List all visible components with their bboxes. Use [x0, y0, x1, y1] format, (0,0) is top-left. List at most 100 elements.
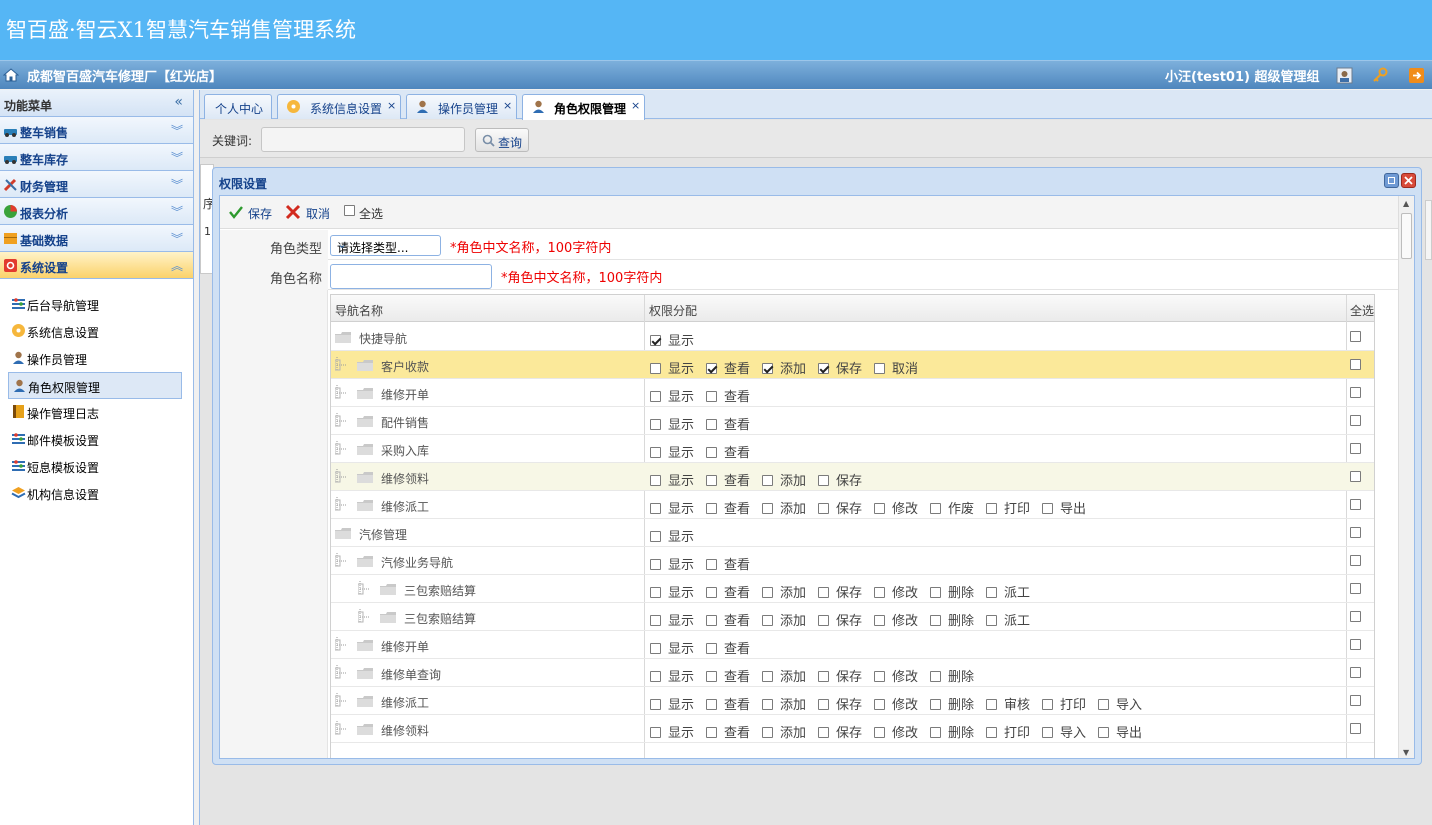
folder-icon[interactable]: [357, 416, 373, 427]
permission-option[interactable]: 保存: [818, 666, 874, 685]
permission-checkbox[interactable]: [1042, 699, 1053, 710]
permission-checkbox[interactable]: [650, 475, 661, 486]
permission-checkbox[interactable]: [986, 727, 997, 738]
permission-checkbox[interactable]: [706, 643, 717, 654]
row-select-all-checkbox[interactable]: [1350, 415, 1361, 426]
sidebar-section-vehicle-sales[interactable]: 整车销售 ︾: [0, 117, 193, 144]
permission-checkbox[interactable]: [706, 419, 717, 430]
permission-option[interactable]: 查看: [706, 638, 762, 657]
permission-option[interactable]: 取消: [874, 358, 930, 377]
permission-option[interactable]: 作废: [930, 498, 986, 517]
folder-icon[interactable]: [357, 388, 373, 399]
permission-option[interactable]: 添加: [762, 498, 818, 517]
permission-checkbox[interactable]: [818, 671, 829, 682]
permission-checkbox[interactable]: [706, 363, 717, 374]
table-row[interactable]: 客户收款 显示 查看 添加 保存 取消: [331, 351, 1374, 379]
permission-checkbox[interactable]: [818, 699, 829, 710]
permission-option[interactable]: 删除: [930, 610, 986, 629]
permission-checkbox[interactable]: [874, 503, 885, 514]
table-row[interactable]: 配件销售 显示 查看: [331, 407, 1374, 435]
permission-option[interactable]: 打印: [986, 498, 1042, 517]
permission-checkbox[interactable]: [650, 671, 661, 682]
permission-checkbox[interactable]: [818, 615, 829, 626]
scroll-down-arrow[interactable]: ▼: [1403, 748, 1409, 757]
permission-option[interactable]: 导出: [1098, 722, 1154, 741]
permission-option[interactable]: 保存: [818, 722, 874, 741]
permission-checkbox[interactable]: [986, 503, 997, 514]
permission-checkbox[interactable]: [986, 587, 997, 598]
permission-option[interactable]: 保存: [818, 470, 874, 489]
tab-system-info[interactable]: 系统信息设置 ×: [277, 94, 401, 119]
permission-option[interactable]: 查看: [706, 386, 762, 405]
close-tab-icon[interactable]: ×: [503, 99, 512, 112]
home-icon[interactable]: [3, 67, 19, 83]
sidebar-item-role-permissions[interactable]: 角色权限管理: [8, 372, 182, 399]
search-button[interactable]: 查询: [475, 128, 529, 152]
permission-checkbox[interactable]: [650, 559, 661, 570]
permission-checkbox[interactable]: [650, 335, 661, 346]
permission-checkbox[interactable]: [818, 727, 829, 738]
permission-option[interactable]: 审核: [986, 694, 1042, 713]
permission-checkbox[interactable]: [762, 615, 773, 626]
permission-checkbox[interactable]: [706, 559, 717, 570]
permission-option[interactable]: 查看: [706, 442, 762, 461]
permission-option[interactable]: 修改: [874, 610, 930, 629]
permission-option[interactable]: 保存: [818, 582, 874, 601]
permission-option[interactable]: 删除: [930, 722, 986, 741]
close-tab-icon[interactable]: ×: [387, 99, 396, 112]
row-select-all-checkbox[interactable]: [1350, 527, 1361, 538]
permission-checkbox[interactable]: [762, 699, 773, 710]
tab-role-permissions[interactable]: 角色权限管理 ×: [522, 94, 645, 120]
row-select-all-checkbox[interactable]: [1350, 499, 1361, 510]
permission-checkbox[interactable]: [930, 671, 941, 682]
table-row[interactable]: 汽修业务导航 显示 查看: [331, 547, 1374, 575]
permission-checkbox[interactable]: [930, 699, 941, 710]
table-row[interactable]: 维修派工 显示 查看 添加 保存 修改 作废 打印 导出: [331, 491, 1374, 519]
permission-checkbox[interactable]: [1042, 503, 1053, 514]
permission-option[interactable]: 查看: [706, 694, 762, 713]
table-row[interactable]: 维修开单 显示 查看: [331, 379, 1374, 407]
expand-icon[interactable]: ︾: [171, 122, 183, 139]
permission-option[interactable]: 添加: [762, 666, 818, 685]
permission-checkbox[interactable]: [874, 699, 885, 710]
permission-checkbox[interactable]: [650, 503, 661, 514]
expand-icon[interactable]: ︾: [171, 176, 183, 193]
folder-icon[interactable]: [357, 640, 373, 651]
role-type-select[interactable]: 请选择类型... ⌄: [330, 235, 441, 256]
permission-checkbox[interactable]: [818, 363, 829, 374]
permission-option[interactable]: 删除: [930, 666, 986, 685]
permission-checkbox[interactable]: [762, 475, 773, 486]
permission-option[interactable]: 删除: [930, 694, 986, 713]
permission-checkbox[interactable]: [706, 503, 717, 514]
permission-checkbox[interactable]: [930, 587, 941, 598]
permission-checkbox[interactable]: [874, 727, 885, 738]
folder-icon[interactable]: [380, 584, 396, 595]
permission-checkbox[interactable]: [986, 699, 997, 710]
permission-checkbox[interactable]: [930, 615, 941, 626]
permission-option[interactable]: 查看: [706, 498, 762, 517]
sidebar-item-sms-template[interactable]: 短息模板设置: [8, 453, 182, 480]
key-icon[interactable]: [1372, 67, 1389, 84]
close-icon[interactable]: [1401, 173, 1416, 188]
table-row[interactable]: 采购入库 显示 查看: [331, 435, 1374, 463]
dialog-scrollbar[interactable]: ▲ ▼: [1398, 196, 1414, 758]
table-row[interactable]: 快捷导航 显示: [331, 323, 1374, 351]
permission-checkbox[interactable]: [650, 699, 661, 710]
page-scrollbar[interactable]: [1425, 200, 1432, 260]
table-row[interactable]: 三包索赔结算 显示 查看 添加 保存 修改 删除 派工: [331, 603, 1374, 631]
folder-icon[interactable]: [380, 612, 396, 623]
permission-checkbox[interactable]: [762, 503, 773, 514]
permission-option[interactable]: 查看: [706, 666, 762, 685]
table-row[interactable]: 维修单查询 显示 查看 添加 保存 修改 删除: [331, 659, 1374, 687]
permission-checkbox[interactable]: [706, 447, 717, 458]
logout-icon[interactable]: [1408, 67, 1425, 84]
sidebar-section-finance[interactable]: 财务管理 ︾: [0, 171, 193, 198]
permission-option[interactable]: 修改: [874, 666, 930, 685]
permission-option[interactable]: 显示: [650, 330, 706, 349]
collapse-sidebar-icon[interactable]: «: [174, 94, 183, 110]
permission-checkbox[interactable]: [930, 727, 941, 738]
permission-option[interactable]: 查看: [706, 414, 762, 433]
folder-icon[interactable]: [357, 360, 373, 371]
permission-checkbox[interactable]: [1098, 727, 1109, 738]
permission-option[interactable]: 导入: [1098, 694, 1154, 713]
